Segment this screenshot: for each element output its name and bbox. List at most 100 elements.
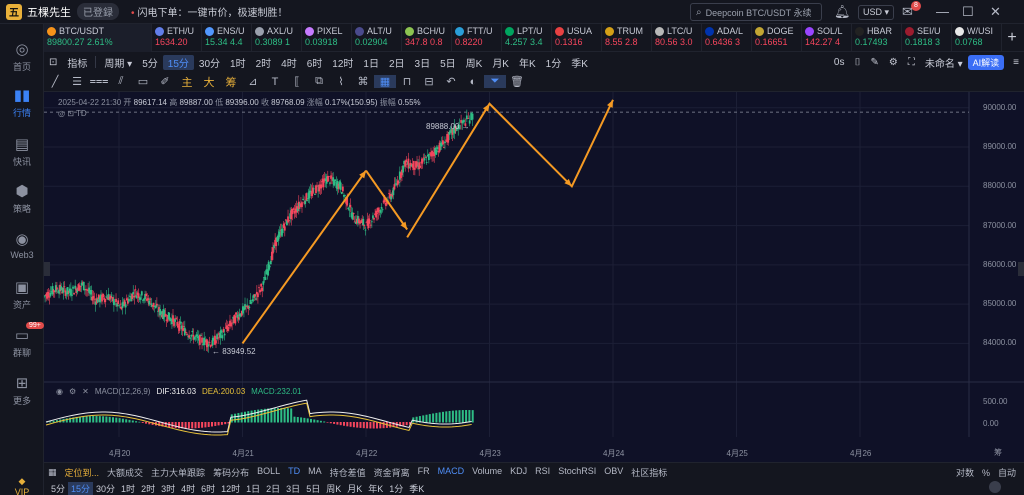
indicator-option[interactable]: BOLL <box>253 466 284 479</box>
indicator-option[interactable]: 持仓差值 <box>326 466 370 479</box>
sidebar-item-home[interactable]: ◎ 首页 <box>0 40 44 73</box>
brush-icon[interactable]: ✐ <box>154 75 176 88</box>
period-quick-option[interactable]: 12时 <box>218 482 243 495</box>
period-option[interactable]: 5日 <box>435 55 461 70</box>
ai-analysis-button[interactable]: AI解读 <box>967 54 1005 70</box>
more-icon[interactable]: ≡ <box>1008 57 1024 68</box>
chip-corner-label[interactable]: 筹 <box>994 447 1002 458</box>
period-quick-option[interactable]: 1时 <box>118 482 138 495</box>
flash-order-banner[interactable]: • 闪电下单：一键市价，极速制胜！ <box>131 4 288 19</box>
sidebar-item-chat[interactable]: ▭ 群聊 99+ <box>0 322 44 359</box>
period-option[interactable]: 6时 <box>302 55 328 70</box>
period-option[interactable]: 5分 <box>137 55 163 70</box>
currency-select[interactable]: USD ▾ <box>858 5 895 20</box>
ticker-item[interactable]: W/USI 0.0768 <box>952 24 1002 52</box>
ticker-item[interactable]: DOGE 0.16651 <box>752 24 802 52</box>
ticker-item[interactable]: TRUM 8.55 2.8 <box>602 24 652 52</box>
undo-icon[interactable]: ↶ <box>440 75 462 88</box>
sidebar-item-strategy[interactable]: ⬢ 策略 <box>0 182 44 215</box>
edit-icon[interactable]: ✎ <box>865 57 883 68</box>
big-order-tool[interactable]: 大 <box>198 74 220 90</box>
bracket-icon[interactable]: ⟦ <box>286 75 308 88</box>
period-option[interactable]: 季K <box>566 55 593 70</box>
indicator-option[interactable]: 社区指标 <box>627 466 671 479</box>
vip-button[interactable]: ◆ VIP <box>0 476 44 495</box>
period-option[interactable]: 1时 <box>225 55 251 70</box>
text-icon[interactable]: T <box>264 76 286 88</box>
period-option[interactable]: 2时 <box>251 55 277 70</box>
indicator-option[interactable]: 筹码分布 <box>209 466 253 479</box>
ticker-item[interactable]: BTC/USDT 89800.27 2.61% <box>44 24 152 52</box>
layout-icon[interactable]: ▦ <box>44 467 61 478</box>
add-ticker-button[interactable]: + <box>1002 24 1022 51</box>
hline-icon[interactable]: ☰ <box>66 75 88 88</box>
settings-icon[interactable]: ⚙ <box>884 57 903 68</box>
auto-scale-toggle[interactable]: 自动 <box>994 466 1020 479</box>
gear-icon[interactable]: ⚙ <box>69 387 76 396</box>
eye-icon[interactable]: ◉ <box>56 387 63 396</box>
period-quick-option[interactable]: 1分 <box>386 482 406 495</box>
period-option[interactable]: 1分 <box>541 55 567 70</box>
ticker-item[interactable]: SEI/U 0.1818 3 <box>902 24 952 52</box>
indicator-option[interactable]: KDJ <box>506 466 531 479</box>
period-quick-option[interactable]: 2时 <box>138 482 158 495</box>
sidebar-item-more[interactable]: ⊞ 更多 <box>0 374 44 407</box>
camera-icon[interactable]: ⌷ <box>849 57 865 68</box>
period-quick-option[interactable]: 季K <box>406 482 427 495</box>
minimize-icon[interactable]: — <box>936 4 949 19</box>
period-quick-option[interactable]: 15分 <box>68 481 94 495</box>
sidebar-item-news[interactable]: ▤ 快讯 <box>0 135 44 168</box>
scroll-left-handle[interactable] <box>44 262 50 276</box>
trash-icon[interactable]: 🗑︎ <box>506 75 528 88</box>
indicator-option[interactable]: 大额成交 <box>103 466 147 479</box>
period-option[interactable]: 1日 <box>358 55 384 70</box>
ticker-item[interactable]: ADA/L 0.6436 3 <box>702 24 752 52</box>
trendline-icon[interactable]: ╱ <box>44 75 66 88</box>
bell-icon[interactable]: 🔔︎ <box>834 4 851 20</box>
ruler-icon[interactable]: ⊿ <box>242 75 264 88</box>
ticker-item[interactable]: FTT/U 0.8220 <box>452 24 502 52</box>
sidebar-item-web3[interactable]: ◉ Web3 <box>0 230 44 260</box>
period-option[interactable]: 3日 <box>410 55 436 70</box>
period-option[interactable]: 2日 <box>384 55 410 70</box>
magnet-icon[interactable]: ⌇ <box>330 75 352 88</box>
period-option[interactable]: 4时 <box>276 55 302 70</box>
ticker-item[interactable]: AXL/U 0.3089 1 <box>252 24 302 52</box>
percent-scale-toggle[interactable]: % <box>978 468 994 478</box>
period-option[interactable]: 12时 <box>327 55 358 70</box>
image-icon[interactable]: ⊟ <box>418 75 440 88</box>
ticker-item[interactable]: SOL/L 142.27 4 <box>802 24 852 52</box>
indicator-option[interactable]: TD <box>284 466 304 479</box>
chip-tool[interactable]: 筹 <box>220 74 242 90</box>
period-quick-option[interactable]: 5日 <box>303 482 323 495</box>
layout-select[interactable]: 未命名 ▾ <box>920 55 968 70</box>
indicator-option[interactable]: MACD <box>434 466 469 479</box>
ticker-item[interactable]: LPT/U 4.257 3.4 <box>502 24 552 52</box>
period-quick-option[interactable]: 30分 <box>93 482 118 495</box>
period-quick-option[interactable]: 月K <box>344 482 365 495</box>
period-quick-option[interactable]: 周K <box>323 482 344 495</box>
fib-icon[interactable]: ⩶ <box>88 75 110 88</box>
rect-icon[interactable]: ▭ <box>132 75 154 88</box>
indicator-option[interactable]: OBV <box>600 466 627 479</box>
period-option[interactable]: 月K <box>487 55 514 70</box>
ticker-item[interactable]: USUA 0.1316 <box>552 24 602 52</box>
indicator-option[interactable]: 资金背离 <box>370 466 414 479</box>
maximize-icon[interactable]: ☐ <box>962 4 974 20</box>
log-scale-toggle[interactable]: 对数 <box>952 466 978 479</box>
period-quick-option[interactable]: 3日 <box>283 482 303 495</box>
period-option[interactable]: 15分 <box>162 54 194 70</box>
ticker-item[interactable]: HBAR 0.17493 <box>852 24 902 52</box>
filter-icon[interactable]: ⏷ <box>484 75 506 88</box>
period-option[interactable]: 周K <box>461 55 488 70</box>
login-badge[interactable]: 已登録 <box>77 3 119 20</box>
main-chart-tool[interactable]: 主 <box>176 74 198 90</box>
indicator-option[interactable]: 主力大单跟踪 <box>147 466 209 479</box>
indicator-option[interactable]: MA <box>304 466 326 479</box>
eye-icon[interactable]: ◐ <box>462 76 484 88</box>
lock-icon[interactable]: ⊓ <box>396 75 418 88</box>
period-quick-option[interactable]: 6时 <box>198 482 218 495</box>
ticker-item[interactable]: PIXEL 0.03918 <box>302 24 352 52</box>
close-icon[interactable]: ✕ <box>990 4 1001 20</box>
scroll-right-handle[interactable] <box>1018 262 1024 276</box>
